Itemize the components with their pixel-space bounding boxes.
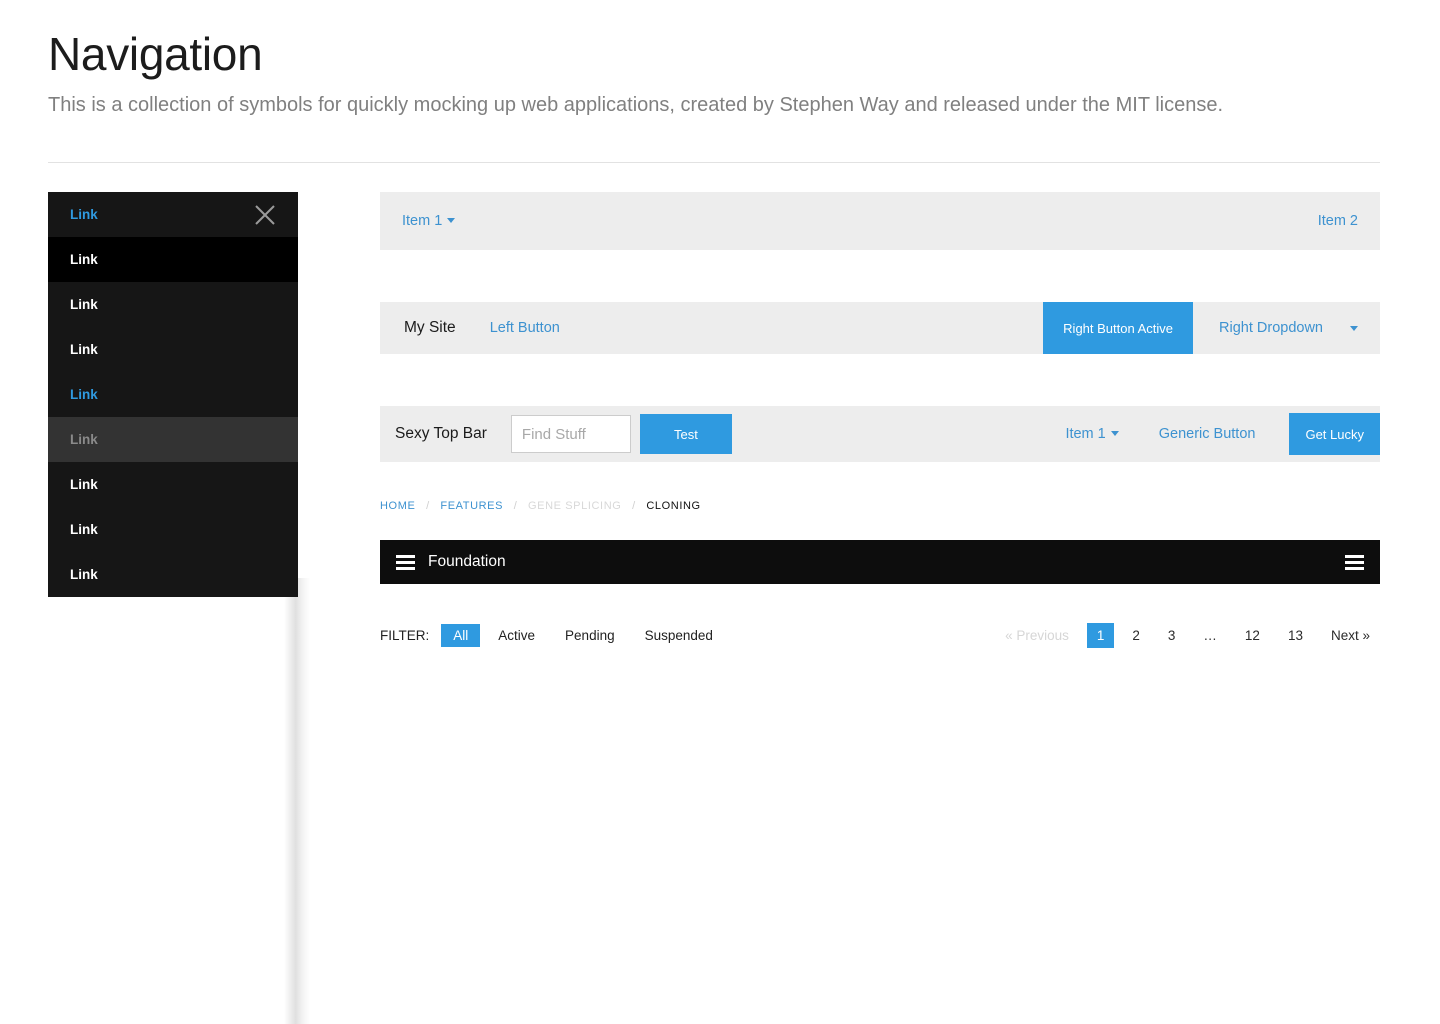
get-lucky-button[interactable]: Get Lucky	[1289, 413, 1380, 455]
pagination-page-2[interactable]: 2	[1122, 623, 1150, 648]
breadcrumb-item-gene-splicing: GENE SPLICING	[528, 500, 621, 512]
nav-item-1-dropdown[interactable]: Item 1	[402, 213, 455, 229]
hamburger-bar	[1345, 567, 1364, 570]
offcanvas-sidebar: Link Link Link Link Link Link Link Link …	[48, 192, 298, 597]
hamburger-bar	[396, 561, 415, 564]
header-divider	[48, 162, 1380, 163]
sidebar-item-label: Link	[70, 207, 98, 222]
caret-down-icon	[1111, 431, 1119, 436]
sidebar-item-label: Link	[70, 342, 98, 357]
hamburger-bar	[1345, 561, 1364, 564]
pagination-page-1[interactable]: 1	[1087, 623, 1115, 648]
pagination: « Previous 1 2 3 … 12 13 Next »	[987, 623, 1380, 648]
sidebar-item-link-7[interactable]: Link	[48, 462, 298, 507]
simple-nav-bar: Item 1 Item 2	[380, 192, 1380, 250]
breadcrumb-separator: /	[514, 500, 518, 512]
breadcrumb-separator: /	[632, 500, 636, 512]
page-title: Navigation	[48, 30, 1380, 80]
filter-button-active[interactable]: Active	[486, 624, 547, 647]
hamburger-menu-icon-right[interactable]	[1345, 555, 1364, 570]
pagination-page-12[interactable]: 12	[1235, 623, 1270, 648]
filter-and-pagination-row: FILTER: All Active Pending Suspended « P…	[380, 620, 1380, 650]
close-x-icon[interactable]	[250, 200, 280, 230]
pagination-previous: « Previous	[995, 623, 1079, 648]
sexy-top-bar: Sexy Top Bar Test Item 1 Generic Button …	[380, 406, 1380, 462]
sidebar-item-link-6[interactable]: Link	[48, 417, 298, 462]
right-dropdown[interactable]: Right Dropdown	[1193, 320, 1380, 336]
page-subtitle: This is a collection of symbols for quic…	[48, 90, 1368, 121]
brand-sexy-top-bar: Sexy Top Bar	[395, 425, 487, 443]
sidebar-item-label: Link	[70, 567, 98, 582]
breadcrumb-item-home[interactable]: HOME	[380, 500, 415, 512]
foundation-top-bar: Foundation	[380, 540, 1380, 584]
foundation-title: Foundation	[428, 553, 506, 571]
sidebar-item-label: Link	[70, 432, 98, 447]
filter-group: FILTER: All Active Pending Suspended	[380, 624, 731, 647]
foundation-left-group: Foundation	[396, 553, 506, 571]
breadcrumb-item-cloning: CLONING	[646, 500, 700, 512]
sexy-top-bar-right-group: Item 1 Generic Button Get Lucky	[1065, 413, 1380, 455]
filter-button-suspended[interactable]: Suspended	[633, 624, 725, 647]
caret-down-icon	[1350, 326, 1358, 331]
right-button-active[interactable]: Right Button Active	[1043, 302, 1193, 354]
left-button[interactable]: Left Button	[490, 320, 560, 336]
component-showcase-column: Item 1 Item 2 My Site Left Button Right …	[380, 192, 1380, 650]
breadcrumb: HOME / FEATURES / GENE SPLICING / CLONIN…	[380, 492, 1380, 512]
hamburger-bar	[396, 567, 415, 570]
caret-down-icon	[447, 218, 455, 223]
hamburger-bar	[1345, 555, 1364, 558]
sidebar-item-link-9[interactable]: Link	[48, 552, 298, 597]
breadcrumb-separator: /	[426, 500, 430, 512]
hamburger-menu-icon[interactable]	[396, 555, 415, 570]
filter-button-all[interactable]: All	[441, 624, 480, 647]
nav-item-1-label: Item 1	[402, 213, 442, 229]
generic-button[interactable]: Generic Button	[1159, 426, 1256, 442]
pagination-next[interactable]: Next »	[1321, 623, 1380, 648]
sidebar-item-link-8[interactable]: Link	[48, 507, 298, 552]
sidebar-item-link-3[interactable]: Link	[48, 282, 298, 327]
sidebar-item-link-2[interactable]: Link	[48, 237, 298, 282]
pagination-page-3[interactable]: 3	[1158, 623, 1186, 648]
sidebar-item-label: Link	[70, 522, 98, 537]
brand-my-site: My Site	[404, 319, 456, 337]
sidebar-item-label: Link	[70, 387, 98, 402]
search-input[interactable]	[511, 415, 631, 453]
hamburger-bar	[396, 555, 415, 558]
item-1-label: Item 1	[1065, 426, 1105, 442]
sidebar-edge-shadow	[284, 578, 310, 1024]
breadcrumb-item-features[interactable]: FEATURES	[440, 500, 503, 512]
my-site-nav-bar: My Site Left Button Right Button Active …	[380, 302, 1380, 354]
right-dropdown-label: Right Dropdown	[1219, 320, 1323, 336]
pagination-page-13[interactable]: 13	[1278, 623, 1313, 648]
page-header: Navigation This is a collection of symbo…	[48, 30, 1380, 121]
sidebar-item-link-5[interactable]: Link	[48, 372, 298, 417]
pagination-ellipsis: …	[1193, 623, 1227, 648]
sidebar-item-label: Link	[70, 477, 98, 492]
nav-item-2[interactable]: Item 2	[1318, 213, 1358, 229]
item-1-dropdown[interactable]: Item 1	[1065, 426, 1118, 442]
sidebar-item-label: Link	[70, 297, 98, 312]
test-button[interactable]: Test	[640, 414, 732, 454]
filter-button-pending[interactable]: Pending	[553, 624, 627, 647]
sidebar-item-link-4[interactable]: Link	[48, 327, 298, 372]
filter-label: FILTER:	[380, 628, 429, 643]
sidebar-item-label: Link	[70, 252, 98, 267]
